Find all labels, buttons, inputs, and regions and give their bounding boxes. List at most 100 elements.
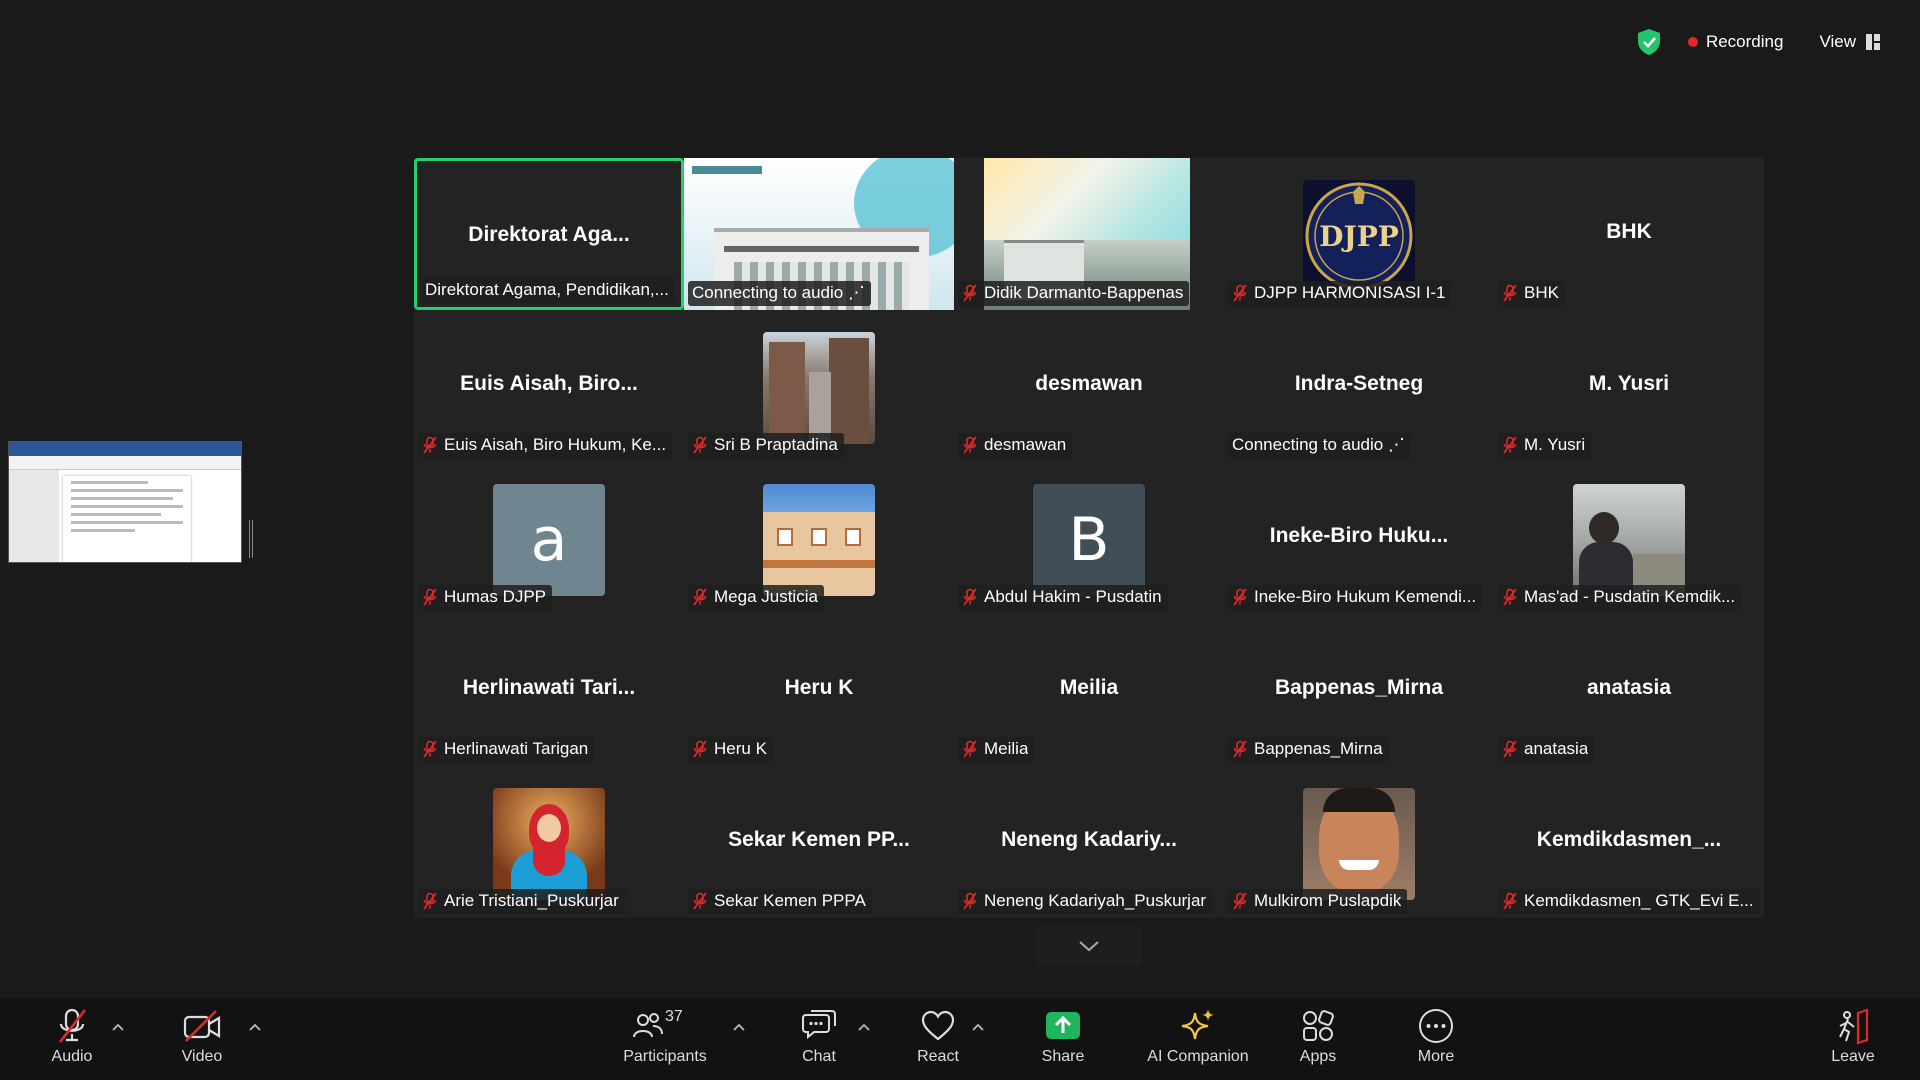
participant-tile[interactable]: B Abdul Hakim - Pusdatin [954,462,1224,614]
more-button[interactable]: More [1386,1006,1486,1066]
participant-name: Ineke-Biro Hukum Kemendi... [1254,587,1477,606]
participant-display-name: Heru K [784,676,854,699]
mic-muted-icon [423,436,437,454]
mic-muted-icon [423,892,437,910]
participant-count: 37 [665,1008,683,1025]
participant-tile[interactable]: desmawan desmawan [954,310,1224,462]
participant-tile[interactable]: Connecting to audio ⋰ [684,158,954,310]
view-button[interactable]: View [1809,26,1890,58]
participant-name-label: Didik Darmanto-Bappenas [958,281,1190,306]
participant-tile[interactable]: Kemdikdasmen_... Kemdikdasmen_ GTK_Evi E.… [1494,766,1764,918]
recording-label: Recording [1705,32,1784,51]
participant-tile[interactable]: a Humas DJPP [414,462,684,614]
participant-tile[interactable]: Sekar Kemen PP... Sekar Kemen PPPA [684,766,954,918]
participant-tile[interactable]: Herlinawati Tari... Herlinawati Tarigan [414,614,684,766]
participant-tile[interactable]: anatasia anatasia [1494,614,1764,766]
participant-tile[interactable]: Direktorat Aga... Direktorat Agama, Pendi… [414,158,684,310]
participant-avatar: DJPP [1303,180,1415,292]
more-options-icon [1419,1009,1453,1043]
participant-tile[interactable]: M. Yusri M. Yusri [1494,310,1764,462]
share-button[interactable]: Share [1013,1006,1113,1066]
react-button[interactable]: React [888,1006,988,1066]
audio-options-caret-icon[interactable] [111,1022,125,1032]
document-navigation-pane [9,470,59,562]
mic-muted-icon [693,740,707,758]
participant-video [1303,788,1415,900]
participant-tile[interactable]: Arie Tristiani_Puskurjar [414,766,684,918]
encryption-shield-icon[interactable] [1636,28,1662,56]
mic-muted-icon [423,740,437,758]
participant-tile[interactable]: Euis Aisah, Biro... Euis Aisah, Biro Huku… [414,310,684,462]
audio-button[interactable]: Audio [22,1006,122,1066]
participant-tile[interactable]: Indra-Setneg Connecting to audio ⋰ [1224,310,1494,462]
video-options-caret-icon[interactable] [248,1022,262,1032]
participant-name: DJPP HARMONISASI I-1 [1254,283,1446,302]
video-button[interactable]: Video [152,1006,252,1066]
view-layout-icon [1866,34,1880,50]
chat-button[interactable]: Chat [769,1006,869,1066]
participant-display-name: Bappenas_Mirna [1274,676,1444,699]
mic-muted-icon [693,588,707,606]
participant-name: Connecting to audio ⋰ [1232,435,1405,454]
participant-name-label: Ineke-Biro Hukum Kemendi... [1228,585,1483,610]
thumbnail-resize-handle[interactable] [249,520,253,558]
participant-tile[interactable]: Ineke-Biro Huku... Ineke-Biro Hukum Kemen… [1224,462,1494,614]
participant-tile[interactable]: Meilia Meilia [954,614,1224,766]
react-label: React [917,1048,959,1065]
participant-tile[interactable]: Bappenas_Mirna Bappenas_Mirna [1224,614,1494,766]
mic-muted-icon [1503,588,1517,606]
participant-tile[interactable]: Sri B Praptadina [684,310,954,462]
leave-label: Leave [1831,1048,1875,1065]
apps-label: Apps [1299,1048,1337,1065]
mic-muted-icon [693,436,707,454]
participant-tile[interactable]: Didik Darmanto-Bappenas [954,158,1224,310]
participant-name-label: Kemdikdasmen_ GTK_Evi E... [1498,889,1760,914]
participant-name-label: Mulkirom Puslapdik [1228,889,1408,914]
participant-tile[interactable]: DJPP DJPP HARMONISASI I-1 [1224,158,1494,310]
participants-options-caret-icon[interactable] [732,1022,746,1032]
leave-button[interactable]: Leave [1803,1006,1903,1066]
chevron-down-icon [1079,941,1099,952]
mic-muted-icon [1233,284,1247,302]
participant-name: Abdul Hakim - Pusdatin [984,587,1162,606]
participant-name: Connecting to audio ⋰ [692,283,865,302]
recording-indicator[interactable]: Recording [1676,26,1796,58]
apps-icon [1303,1010,1334,1041]
participant-name-label: Mas'ad - Pusdatin Kemdik... [1498,585,1742,610]
participant-display-name: Herlinawati Tari... [462,676,636,699]
participant-name: Sri B Praptadina [714,435,838,454]
participant-name-label: Bappenas_Mirna [1228,737,1389,762]
gallery-next-page-button[interactable] [1036,926,1142,966]
participant-tile[interactable]: Heru K Heru K [684,614,954,766]
participant-avatar: a [493,484,605,596]
participant-name-label: Direktorat Agama, Pendidikan,... [421,278,675,303]
react-options-caret-icon[interactable] [971,1022,985,1032]
participant-tile[interactable]: Mega Justicia [684,462,954,614]
share-label: Share [1041,1048,1085,1065]
participant-tile[interactable]: Neneng Kadariy... Neneng Kadariyah_Puskur… [954,766,1224,918]
mic-muted-icon [963,588,977,606]
djpp-logo-text: DJPP [1319,220,1399,253]
chat-options-caret-icon[interactable] [857,1022,871,1032]
participant-name: Herlinawati Tarigan [444,739,589,758]
sparkle-icon [1181,1009,1214,1040]
participants-button[interactable]: 37 Participants [615,1006,715,1066]
mic-muted-icon [963,284,977,302]
video-camera-off-icon [183,1010,221,1042]
participant-display-name: BHK [1606,220,1652,243]
ai-companion-button[interactable]: AI Companion [1128,1006,1268,1066]
participant-name-label: Euis Aisah, Biro Hukum, Ke... [418,433,673,458]
participant-name: Arie Tristiani_Puskurjar [444,891,619,910]
mic-muted-icon [1503,436,1517,454]
participant-name: Mega Justicia [714,587,818,606]
participant-name: Kemdikdasmen_ GTK_Evi E... [1524,891,1754,910]
ai-companion-label: AI Companion [1147,1048,1249,1065]
participant-name: Sekar Kemen PPPA [714,891,866,910]
participant-tile[interactable]: Mulkirom Puslapdik [1224,766,1494,918]
participant-video [763,332,875,444]
shared-screen-thumbnail[interactable] [8,441,242,563]
participant-tile[interactable]: Mas'ad - Pusdatin Kemdik... [1494,462,1764,614]
apps-button[interactable]: Apps [1268,1006,1368,1066]
participant-tile[interactable]: BHK BHK [1494,158,1764,310]
mic-muted-icon [693,892,707,910]
